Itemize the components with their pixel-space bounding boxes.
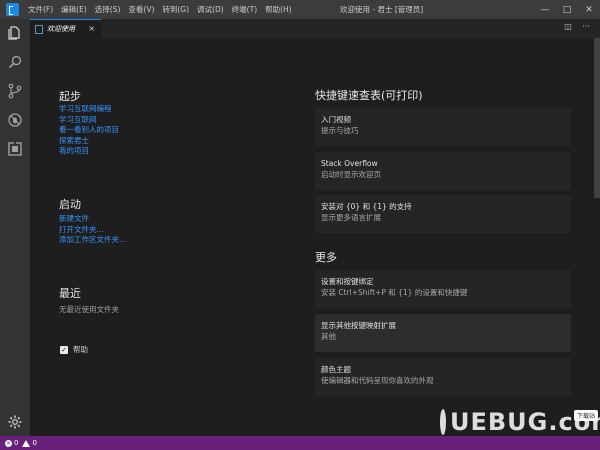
menu-view[interactable]: 查看(V) — [124, 0, 158, 19]
start-link-my-projects[interactable]: 我的项目 — [59, 146, 89, 157]
start-link-others-projects[interactable]: 看一看别人的项目 — [59, 125, 119, 136]
start-link-explore[interactable]: 探索君士 — [59, 136, 89, 147]
menu-help[interactable]: 帮助(H) — [261, 0, 296, 19]
problems-indicator[interactable]: × 0 0 — [5, 439, 37, 447]
tab-welcome[interactable]: 欢迎使用 × — [30, 19, 101, 38]
menu-debug[interactable]: 调试(D) — [193, 0, 228, 19]
start-heading: 起步 — [59, 90, 81, 103]
search-icon[interactable] — [6, 53, 24, 71]
minimize-button[interactable]: — — [534, 0, 556, 19]
start-link-learn-web[interactable]: 学习互联网 — [59, 115, 97, 126]
close-window-button[interactable]: ✕ — [578, 0, 600, 19]
error-count: 0 — [14, 439, 19, 447]
card-title: 颜色主题 — [321, 365, 351, 374]
maximize-button[interactable]: □ — [556, 0, 578, 19]
window-title: 欢迎使用 - 君士 [管理员] — [340, 5, 424, 14]
warning-count: 0 — [32, 439, 37, 447]
no-recent-folders-text: 无最近使用文件夹 — [59, 305, 119, 314]
warning-icon — [22, 439, 31, 447]
split-editor-icon[interactable]: ◫ — [562, 22, 574, 34]
launch-heading: 启动 — [59, 198, 81, 211]
card-title: 设置和按键绑定 — [321, 277, 374, 286]
activity-bar — [0, 19, 30, 436]
app-logo-icon — [6, 3, 19, 16]
menu-file[interactable]: 文件(F) — [24, 0, 57, 19]
more-actions-icon[interactable]: ··· — [580, 22, 592, 34]
card-keymap-extensions[interactable]: 显示其他按键映射扩展 其他 — [315, 314, 571, 352]
source-control-icon[interactable] — [6, 82, 24, 100]
add-workspace-folder-link[interactable]: 添加工作区文件夹... — [59, 235, 126, 246]
more-heading: 更多 — [315, 251, 337, 264]
recent-heading: 最近 — [59, 287, 81, 300]
help-checkbox[interactable]: ✓ — [60, 345, 68, 354]
gear-icon[interactable] — [6, 413, 24, 431]
menu-go[interactable]: 转到(G) — [158, 0, 193, 19]
card-title: Stack Overflow — [321, 159, 378, 168]
watermark-logo-icon — [440, 409, 446, 435]
editor-scrollbar[interactable] — [594, 38, 600, 198]
shortcuts-heading: 快捷键速查表(可打印) — [315, 89, 423, 102]
menu-selection[interactable]: 选择(S) — [91, 0, 125, 19]
card-title: 显示其他按键映射扩展 — [321, 321, 396, 330]
welcome-page: 起步 学习互联网编程 学习互联网 看一看别人的项目 探索君士 我的项目 启动 新… — [30, 38, 600, 436]
start-link-learn-web-programming[interactable]: 学习互联网编程 — [59, 104, 112, 115]
tab-bar: 欢迎使用 × ◫ ··· — [30, 19, 600, 38]
card-title: 入门视频 — [321, 115, 351, 124]
debug-icon[interactable] — [6, 111, 24, 129]
menu-bar: 文件(F) 编辑(E) 选择(S) 查看(V) 转到(G) 调试(D) 终端(T… — [24, 0, 296, 19]
new-file-link[interactable]: 新建文件 — [59, 214, 89, 225]
menu-terminal[interactable]: 终端(T) — [228, 0, 261, 19]
watermark-badge: 下载站 — [573, 410, 598, 421]
error-icon: × — [5, 439, 12, 447]
show-help-checkbox-row[interactable]: ✓ 帮助 — [60, 344, 88, 355]
open-folder-link[interactable]: 打开文件夹... — [59, 225, 104, 236]
card-desc: 启动时显示欢迎页 — [321, 170, 381, 179]
title-bar: 文件(F) 编辑(E) 选择(S) 查看(V) 转到(G) 调试(D) 终端(T… — [0, 0, 600, 19]
card-desc: 其他 — [321, 332, 336, 341]
extensions-icon[interactable] — [6, 140, 24, 158]
welcome-file-icon — [35, 24, 43, 34]
card-desc: 安装 Ctrl+Shift+P 和 {1} 的设置和快捷键 — [321, 288, 468, 297]
card-title: 安装对 {0} 和 {1} 的支持 — [321, 202, 412, 211]
status-bar: × 0 0 — [0, 436, 600, 450]
tab-label: 欢迎使用 — [47, 25, 75, 33]
card-desc: 使编辑器和代码呈现你喜欢的外观 — [321, 376, 434, 385]
tab-close-icon[interactable]: × — [88, 24, 95, 33]
card-settings-keybindings[interactable]: 设置和按键绑定 安装 Ctrl+Shift+P 和 {1} 的设置和快捷键 — [315, 270, 571, 308]
help-checkbox-label: 帮助 — [73, 345, 88, 354]
card-color-theme[interactable]: 颜色主题 使编辑器和代码呈现你喜欢的外观 — [315, 358, 571, 396]
files-icon[interactable] — [6, 24, 24, 42]
card-install-language-support[interactable]: 安装对 {0} 和 {1} 的支持 显示更多语言扩展 — [315, 195, 571, 233]
card-intro-videos[interactable]: 入门视频 提示与技巧 — [315, 108, 571, 146]
uebug-watermark: UEBUG.com 下载站 — [440, 408, 600, 436]
card-stack-overflow[interactable]: Stack Overflow 启动时显示欢迎页 — [315, 152, 571, 190]
menu-edit[interactable]: 编辑(E) — [57, 0, 91, 19]
card-desc: 显示更多语言扩展 — [321, 213, 381, 222]
card-desc: 提示与技巧 — [321, 126, 359, 135]
